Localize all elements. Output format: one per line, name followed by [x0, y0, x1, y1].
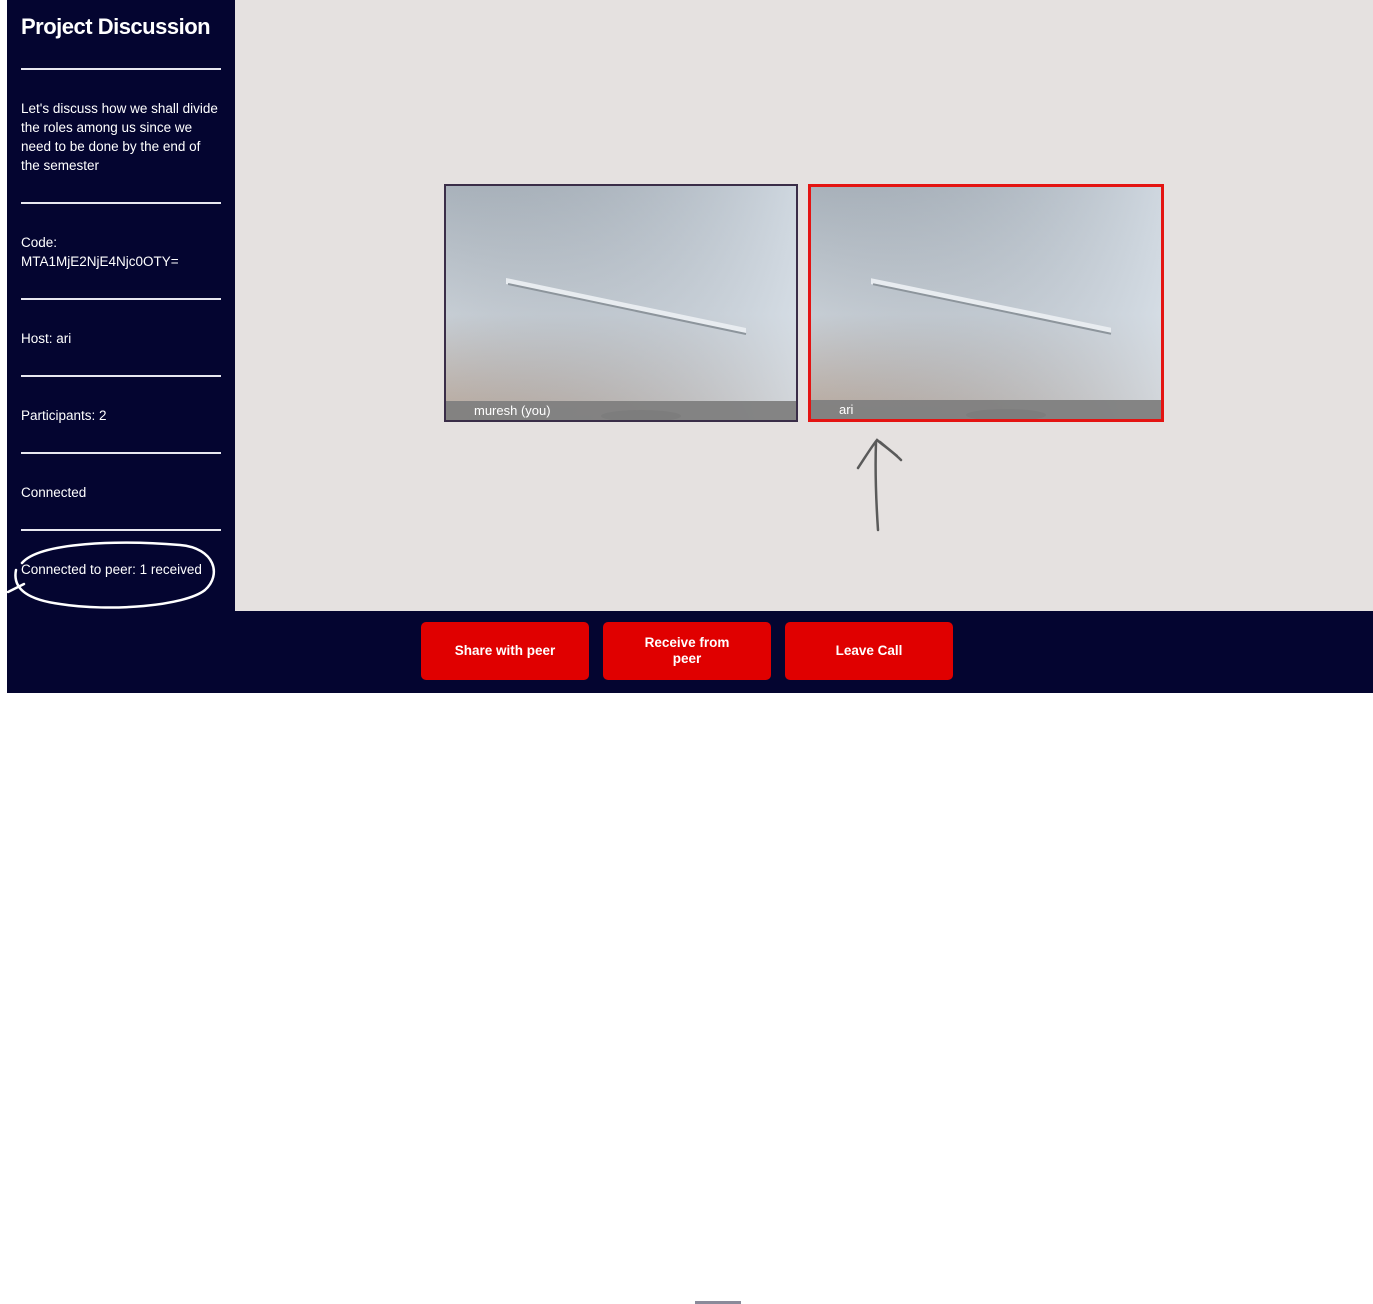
- divider: [21, 452, 221, 454]
- meeting-code-label: Code:: [21, 235, 58, 250]
- meeting-code-value[interactable]: MTA1MjE2NjE4Njc0OTY=: [21, 252, 221, 271]
- camera-feed: [811, 187, 1161, 419]
- divider: [21, 529, 221, 531]
- participant-name: muresh (you): [474, 403, 551, 418]
- video-stage: muresh (you) ari: [235, 0, 1373, 611]
- connection-status: Connected: [21, 485, 87, 500]
- video-tile-self[interactable]: muresh (you): [444, 184, 798, 422]
- participant-name-bar: muresh (you): [446, 401, 796, 420]
- participant-name: ari: [839, 402, 854, 417]
- participant-name-bar: ari: [811, 400, 1161, 419]
- peer-status: Connected to peer: 1 received: [21, 562, 202, 577]
- call-controls-bar: Share with peer Receive from peer Leave …: [7, 611, 1373, 1304]
- divider: [21, 202, 221, 204]
- divider: [21, 68, 221, 70]
- camera-feed: [446, 186, 796, 420]
- meeting-code[interactable]: Code: MTA1MjE2NjE4Njc0OTY=: [21, 233, 221, 271]
- share-with-peer-button[interactable]: Share with peer: [421, 622, 589, 680]
- host-label: Host: ari: [21, 331, 72, 346]
- participants-count: Participants: 2: [21, 408, 107, 423]
- receive-from-peer-button[interactable]: Receive from peer: [603, 622, 771, 680]
- divider: [21, 298, 221, 300]
- leave-call-button[interactable]: Leave Call: [785, 622, 953, 680]
- meeting-title: Project Discussion: [21, 14, 211, 39]
- divider: [21, 375, 221, 377]
- video-call-app: Project Discussion Let's discuss how we …: [7, 0, 1373, 1304]
- meeting-sidebar: Project Discussion Let's discuss how we …: [7, 0, 235, 611]
- video-tile-peer[interactable]: ari: [808, 184, 1164, 422]
- meeting-description: Let's discuss how we shall divide the ro…: [21, 101, 218, 173]
